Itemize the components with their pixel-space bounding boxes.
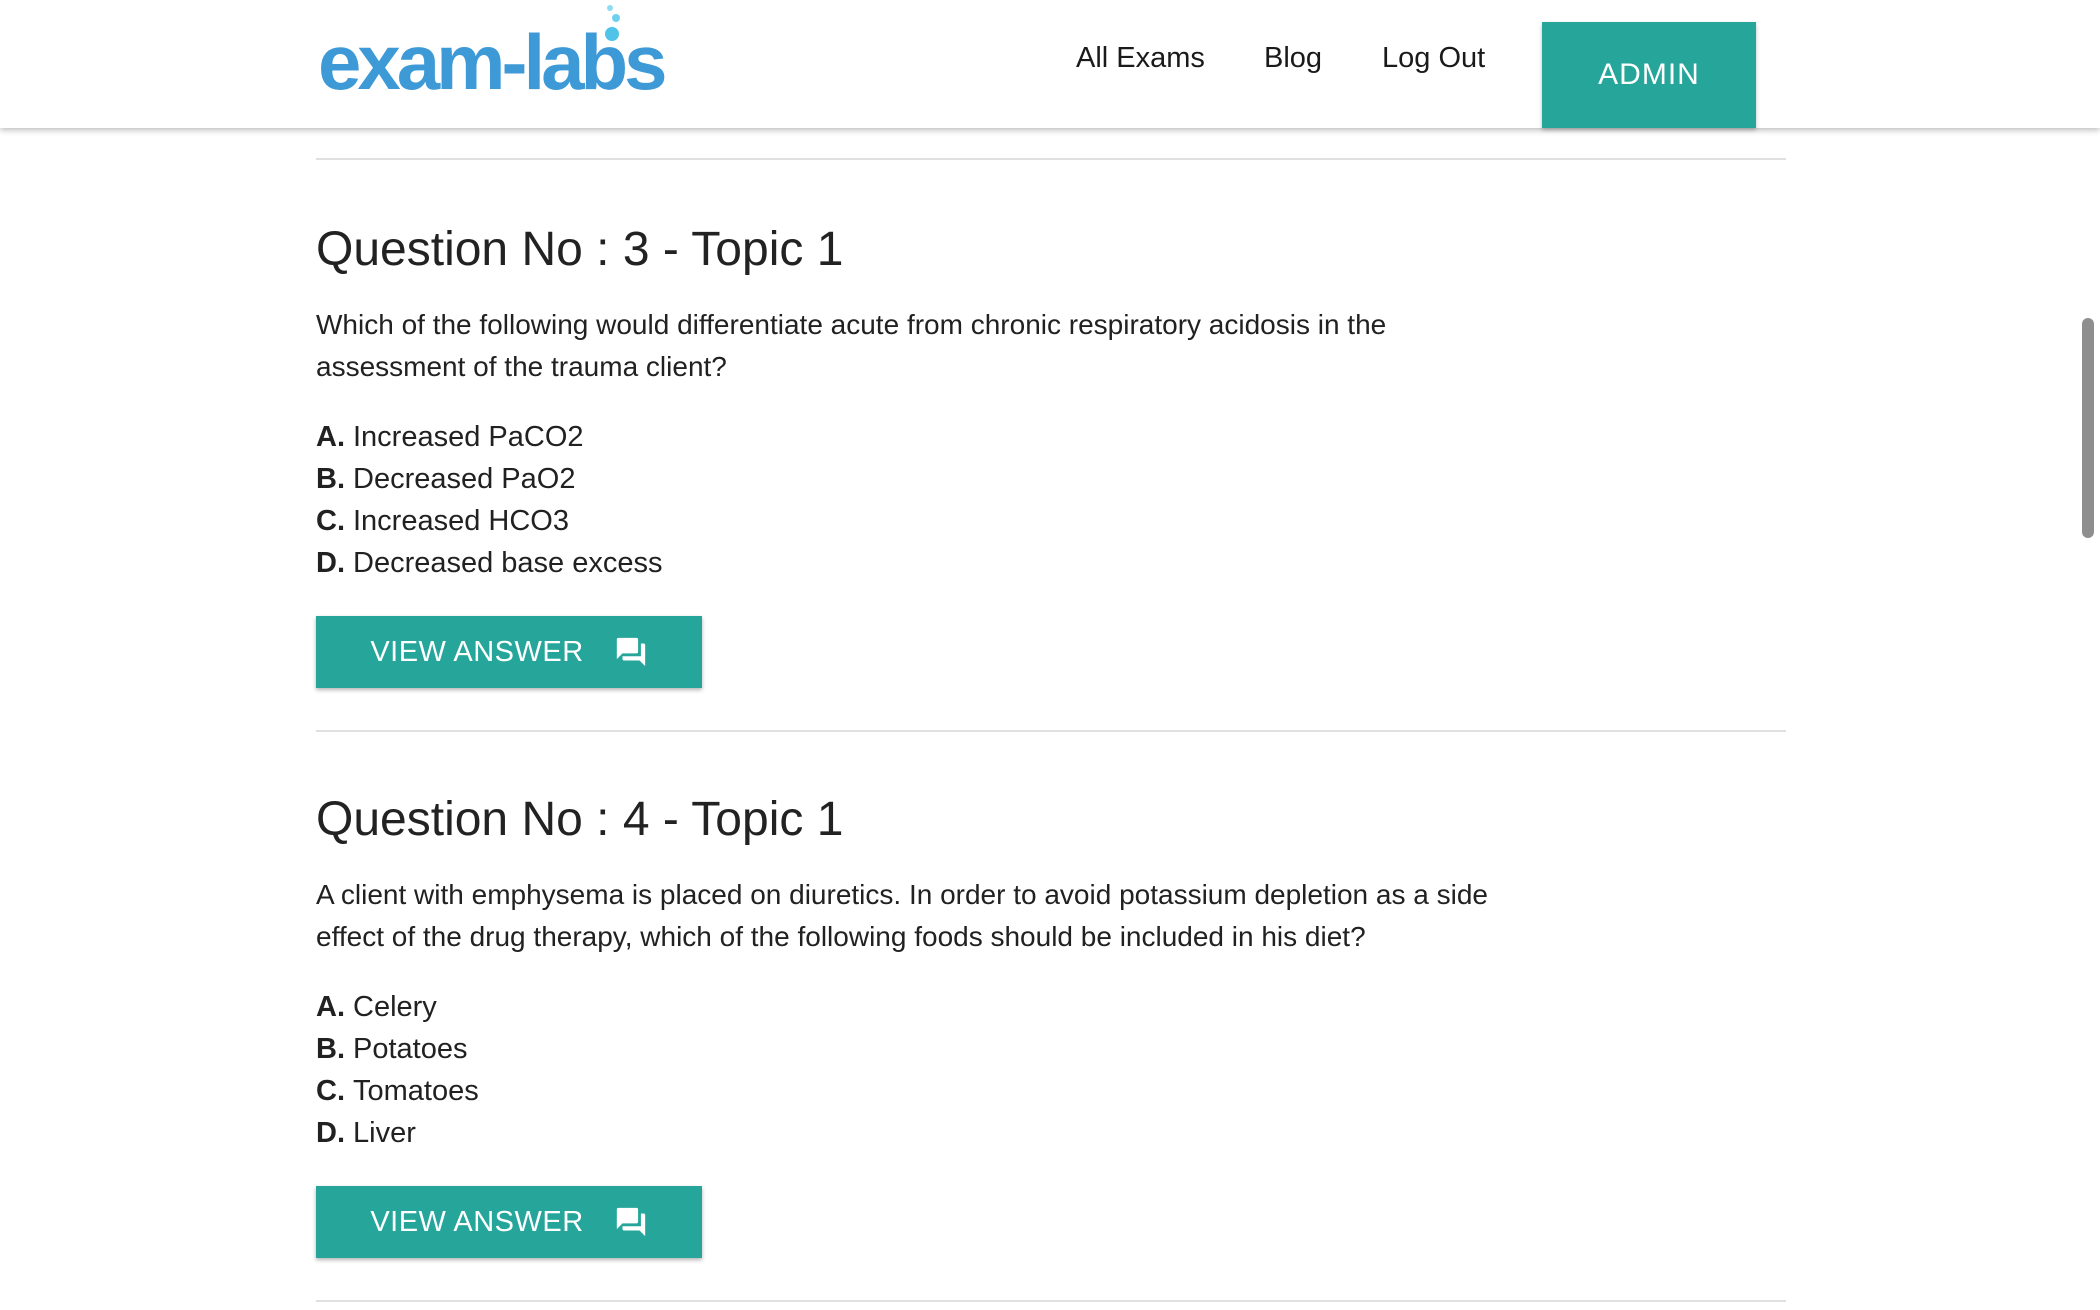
option-letter: B. (316, 1033, 345, 1065)
option-letter: A. (316, 421, 345, 453)
question-card: Question No : 3 - Topic 1 Which of the f… (316, 220, 1516, 688)
answer-option: A. Celery (316, 986, 479, 1028)
option-text: Tomatoes (353, 1075, 479, 1107)
answer-options: A. Increased PaCO2 B. Decreased PaO2 C. Inc… (316, 416, 663, 584)
page: exam-labs All Exams Blog Log Out ADMIN Q… (0, 0, 2100, 1310)
question-title: Question No : 4 - Topic 1 (316, 793, 844, 846)
forum-icon (616, 637, 645, 667)
option-letter: D. (316, 547, 345, 579)
option-text: Increased PaCO2 (353, 421, 584, 453)
option-text: Decreased base excess (353, 547, 663, 579)
question-title: Question No : 3 - Topic 1 (316, 223, 844, 276)
option-text: Potatoes (353, 1033, 468, 1065)
answer-option: B. Decreased PaO2 (316, 458, 663, 500)
view-answer-button[interactable]: VIEW ANSWER (316, 1186, 702, 1258)
question-text: A client with emphysema is placed on diu… (316, 879, 1488, 952)
option-letter: D. (316, 1117, 345, 1149)
answer-option: D. Liver (316, 1112, 479, 1154)
logo-bubbles-icon (605, 5, 620, 41)
option-text: Liver (353, 1117, 416, 1149)
answer-option: C. Increased HCO3 (316, 500, 663, 542)
answer-option: D. Decreased base excess (316, 542, 663, 584)
view-answer-button[interactable]: VIEW ANSWER (316, 616, 702, 688)
option-text: Increased HCO3 (353, 505, 569, 537)
nav-blog[interactable]: Blog (1264, 42, 1322, 75)
admin-button[interactable]: ADMIN (1542, 22, 1756, 128)
option-text: Celery (353, 991, 437, 1023)
nav-all-exams[interactable]: All Exams (1076, 42, 1205, 75)
view-answer-label: VIEW ANSWER (370, 635, 584, 668)
top-navbar: exam-labs All Exams Blog Log Out ADMIN (0, 0, 2100, 128)
scrollbar-thumb[interactable] (2082, 318, 2094, 538)
section-divider (316, 730, 1786, 732)
answer-option: A. Increased PaCO2 (316, 416, 663, 458)
option-letter: C. (316, 505, 345, 537)
section-divider (316, 1300, 1786, 1302)
question-card: Question No : 4 - Topic 1 A client with … (316, 790, 1516, 1258)
answer-options: A. Celery B. Potatoes C. Tomatoes D. Liver (316, 986, 479, 1154)
question-text: Which of the following would differentia… (316, 309, 1387, 382)
option-text: Decreased PaO2 (353, 463, 576, 495)
nav-log-out[interactable]: Log Out (1382, 42, 1485, 75)
option-letter: C. (316, 1075, 345, 1107)
forum-icon (616, 1207, 645, 1237)
answer-option: C. Tomatoes (316, 1070, 479, 1112)
section-divider (316, 158, 1786, 160)
option-letter: B. (316, 463, 345, 495)
option-letter: A. (316, 991, 345, 1023)
site-logo[interactable]: exam-labs (318, 5, 668, 102)
view-answer-label: VIEW ANSWER (370, 1205, 584, 1238)
answer-option: B. Potatoes (316, 1028, 479, 1070)
